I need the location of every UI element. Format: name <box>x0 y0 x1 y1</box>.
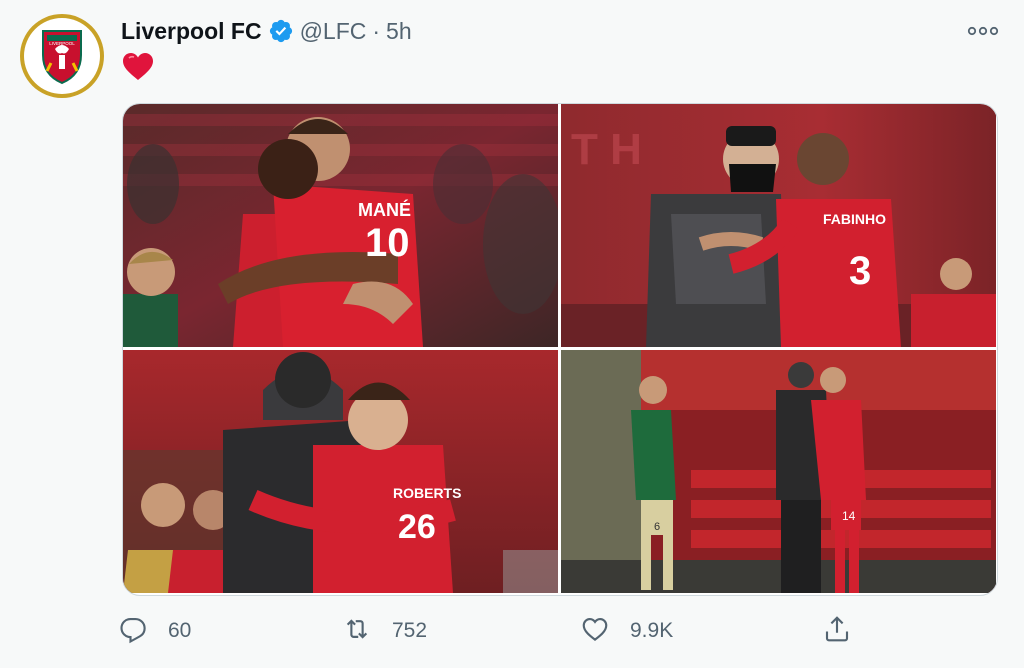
separator-dot: · <box>372 17 381 44</box>
jersey-name-2: FABINHO <box>823 211 886 227</box>
tweet: LIVERPOOL Liverpool FC @LFC · 5h MANÉ 10… <box>0 0 1024 668</box>
more-options-icon[interactable] <box>965 18 1001 44</box>
like-count: 9.9K <box>630 619 674 642</box>
jersey-name-1: MANÉ <box>358 199 411 220</box>
shorts-number-b: 14 <box>842 509 856 523</box>
photo-1[interactable]: MANÉ 10 <box>123 104 558 347</box>
shorts-number-a: 6 <box>654 521 660 533</box>
retweet-count: 752 <box>392 619 428 642</box>
reply-count: 60 <box>168 619 192 642</box>
avatar[interactable]: LIVERPOOL <box>20 14 104 98</box>
photo-2[interactable]: T H FABINHO 3 <box>561 104 996 347</box>
display-name[interactable]: Liverpool FC <box>121 18 262 45</box>
photo-4[interactable]: 6 14 <box>561 350 996 593</box>
timestamp[interactable]: 5h <box>386 18 412 45</box>
photo-3[interactable]: ROBERTS 26 <box>123 350 558 593</box>
retweet-icon <box>342 614 372 649</box>
reply-button[interactable]: 60 <box>118 610 191 652</box>
lfc-crest-icon: LIVERPOOL <box>24 18 100 94</box>
red-heart-icon <box>122 52 154 82</box>
verified-badge-icon <box>268 18 294 44</box>
svg-text:T H: T H <box>571 125 642 174</box>
crest-text: LIVERPOOL <box>49 41 75 46</box>
like-heart-icon <box>580 614 610 649</box>
jersey-number-2: 3 <box>849 249 871 293</box>
share-icon <box>822 614 852 649</box>
action-bar: 60 752 9.9K <box>118 610 858 652</box>
like-button[interactable]: 9.9K <box>580 610 673 652</box>
jersey-number-1: 10 <box>365 221 410 265</box>
reply-icon <box>118 614 148 649</box>
user-handle[interactable]: @LFC <box>300 18 367 45</box>
retweet-button[interactable]: 752 <box>342 610 427 652</box>
tweet-header: Liverpool FC @LFC · 5h <box>121 16 412 46</box>
share-button[interactable] <box>822 610 852 652</box>
jersey-name-3: ROBERTS <box>393 485 461 501</box>
jersey-number-3: 26 <box>398 508 436 546</box>
media-grid: MANÉ 10 T H FABINHO 3 ROBERTS 26 6 14 <box>122 103 998 596</box>
